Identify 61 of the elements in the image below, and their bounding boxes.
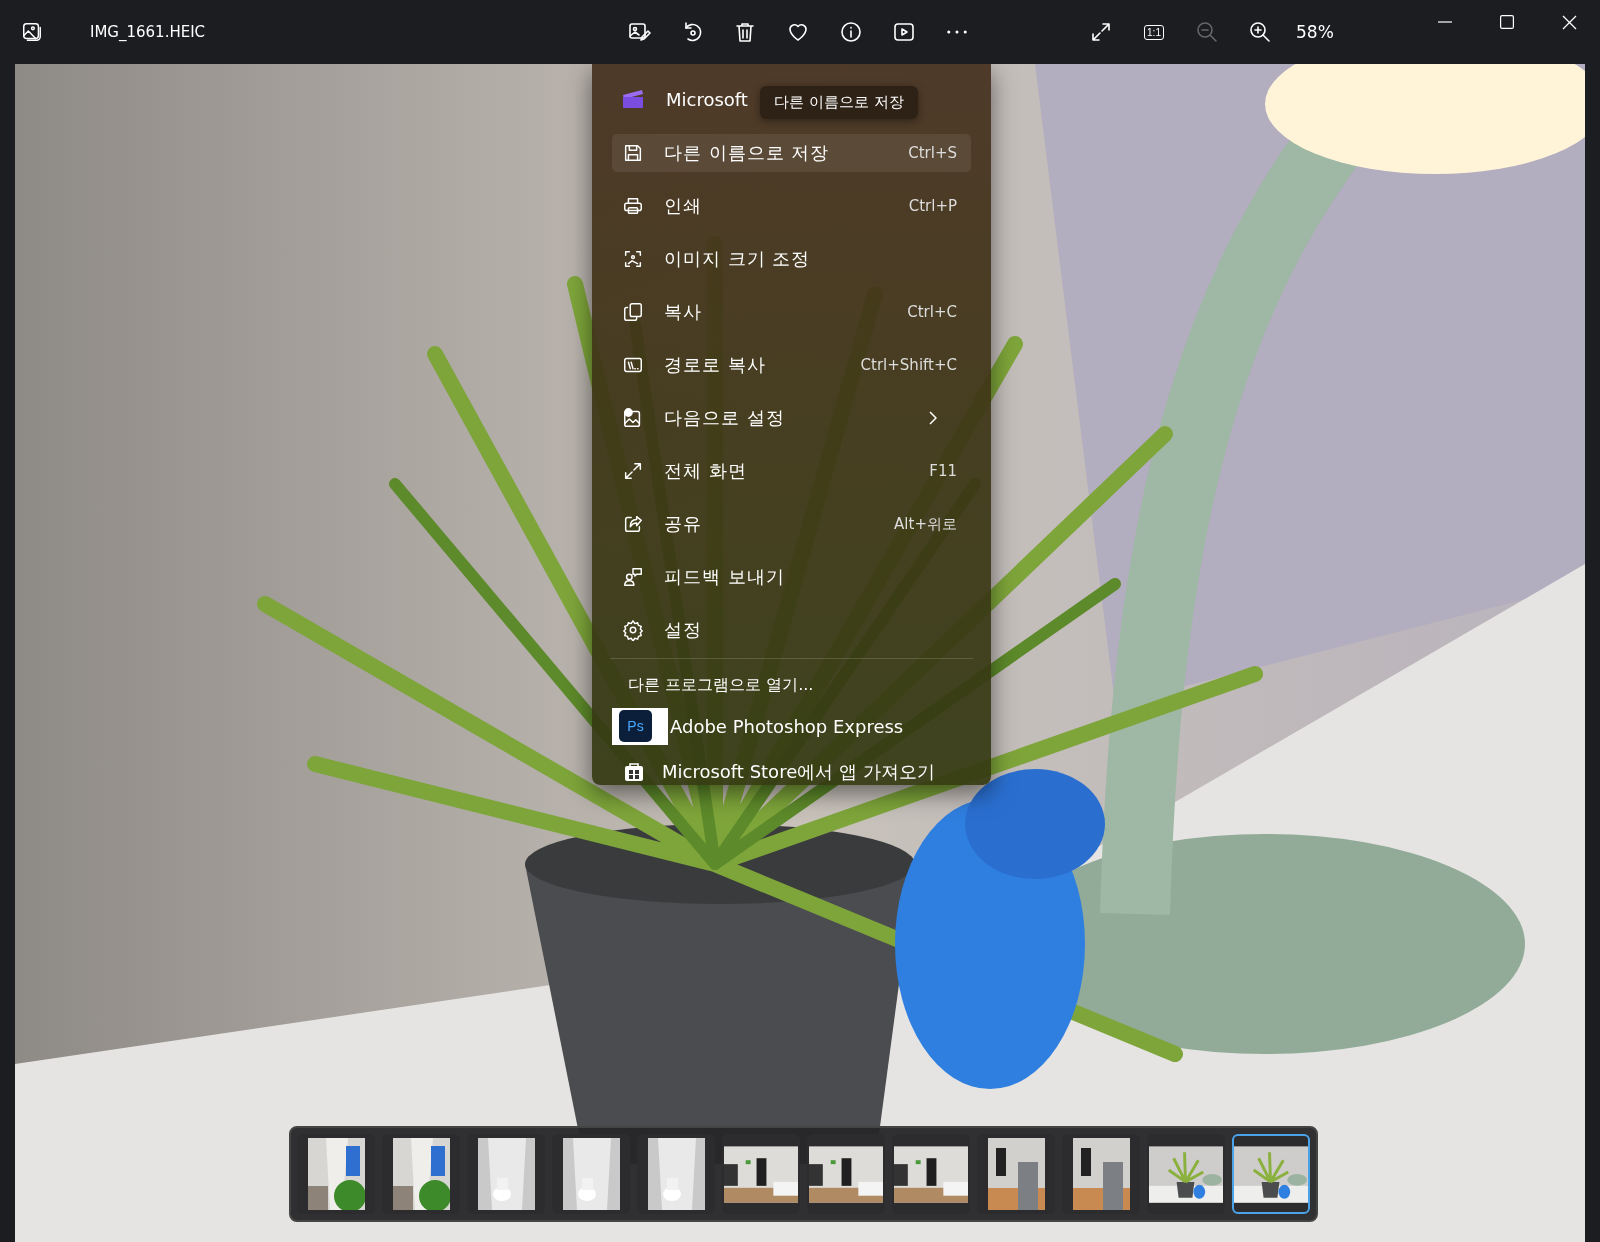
photoshop-logo: Ps bbox=[619, 710, 652, 742]
shortcut-text: Ctrl+C bbox=[907, 303, 957, 321]
resize-icon bbox=[622, 248, 644, 270]
actual-size-button[interactable]: 1:1 bbox=[1142, 18, 1166, 46]
menu-item[interactable]: 설정 bbox=[612, 611, 971, 649]
zoom-in-icon bbox=[1248, 20, 1272, 44]
shortcut-text: Ctrl+S bbox=[908, 144, 957, 162]
play-icon bbox=[892, 20, 916, 44]
more-icon bbox=[947, 30, 967, 34]
chevron-right-icon bbox=[929, 411, 937, 425]
menu-item[interactable]: 다음으로 설정 bbox=[612, 399, 971, 437]
thumbnail[interactable] bbox=[807, 1134, 885, 1214]
feedback-icon bbox=[622, 566, 644, 588]
thumbnail[interactable] bbox=[1062, 1134, 1140, 1214]
tooltip: 다른 이름으로 저장 bbox=[760, 86, 918, 119]
menu-item[interactable]: 전체 화면 F11 bbox=[612, 452, 971, 490]
trash-icon bbox=[733, 20, 757, 44]
zoom-level: 58% bbox=[1296, 22, 1335, 42]
section-heading: 다른 프로그램으로 열기... bbox=[627, 673, 815, 696]
close-icon bbox=[1561, 14, 1577, 30]
menu-item[interactable]: 공유 Alt+위로 bbox=[612, 505, 971, 543]
thumbnail[interactable] bbox=[892, 1134, 970, 1214]
menu-item[interactable]: 인쇄 Ctrl+P bbox=[612, 187, 971, 225]
menu-item[interactable]: 다른 이름으로 저장 Ctrl+S bbox=[612, 134, 971, 172]
app-logo-icon bbox=[622, 89, 644, 109]
shortcut-text: Ctrl+P bbox=[908, 197, 957, 215]
thumbnail[interactable] bbox=[382, 1134, 460, 1214]
expand-icon bbox=[622, 460, 644, 482]
thumbnail[interactable] bbox=[1232, 1134, 1310, 1214]
copy-icon bbox=[622, 301, 644, 323]
window-title: IMG_1661.HEIC bbox=[90, 23, 207, 41]
menu-item[interactable]: 피드백 보내기 bbox=[612, 558, 971, 596]
minimize-icon bbox=[1438, 21, 1452, 23]
thumbnail[interactable] bbox=[637, 1134, 715, 1214]
menu-item[interactable]: 이미지 크기 조정 bbox=[612, 240, 971, 278]
thumbnail[interactable] bbox=[552, 1134, 630, 1214]
app-menu-item[interactable]: Microsoft Store에서 앱 가져오기 bbox=[612, 751, 971, 793]
menu-item[interactable]: 복사 Ctrl+C bbox=[612, 293, 971, 331]
thumbnail[interactable] bbox=[297, 1134, 375, 1214]
info-icon bbox=[839, 20, 863, 44]
thumbnail[interactable] bbox=[467, 1134, 545, 1214]
zoom-out-icon bbox=[1195, 20, 1219, 44]
maximize-icon bbox=[1500, 15, 1514, 29]
thumbnail[interactable] bbox=[1147, 1134, 1225, 1214]
thumbnail[interactable] bbox=[722, 1134, 800, 1214]
save-icon bbox=[622, 142, 644, 164]
photos-app-icon bbox=[21, 21, 43, 43]
menu-item[interactable]: 경로로 복사 Ctrl+Shift+C bbox=[612, 346, 971, 384]
gear-icon bbox=[622, 619, 644, 641]
thumbnail[interactable] bbox=[977, 1134, 1055, 1214]
printer-icon bbox=[622, 195, 644, 217]
shortcut-text: Alt+위로 bbox=[894, 514, 957, 534]
store-icon bbox=[624, 762, 644, 782]
share-icon bbox=[622, 513, 644, 535]
app-name: Microsoft bbox=[666, 88, 748, 110]
shortcut-text: F11 bbox=[929, 462, 957, 480]
shortcut-text: Ctrl+Shift+C bbox=[860, 356, 957, 374]
expand-icon bbox=[1089, 20, 1113, 44]
actual-size-icon: 1:1 bbox=[1144, 24, 1164, 40]
image-edit-icon bbox=[627, 20, 651, 44]
app-menu-item[interactable]: Ps Adobe Photoshop Express bbox=[612, 705, 971, 747]
